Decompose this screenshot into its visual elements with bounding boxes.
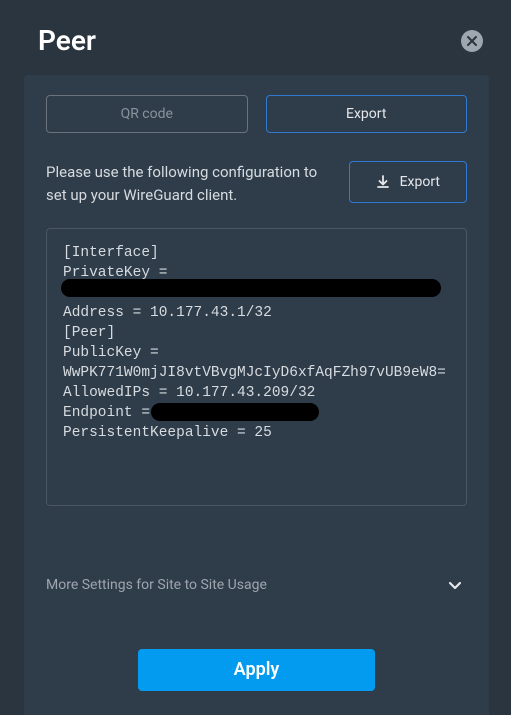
- config-description: Please use the following configuration t…: [46, 161, 331, 208]
- config-line: WwPK771W0mjJI8vtVBvgMJcIyD6xfAqFZh97vUB9…: [63, 363, 450, 383]
- apply-button[interactable]: Apply: [138, 649, 375, 691]
- redaction-privatekey: [61, 279, 441, 297]
- more-settings-accordion[interactable]: More Settings for Site to Site Usage: [46, 567, 467, 603]
- modal-body: QR code Export Please use the following …: [24, 75, 489, 715]
- chevron-down-icon: [447, 577, 463, 593]
- tab-qr-code-label: QR code: [121, 106, 173, 122]
- redaction-endpoint: [151, 403, 319, 421]
- config-line: [Interface]: [63, 243, 450, 263]
- tab-row: QR code Export: [46, 95, 467, 133]
- export-button-label: Export: [400, 174, 440, 190]
- config-line: AllowedIPs = 10.177.43.209/32: [63, 383, 450, 403]
- tab-export-label: Export: [346, 106, 386, 122]
- modal-title: Peer: [38, 24, 96, 57]
- config-line: PublicKey =: [63, 343, 450, 363]
- config-line: [Peer]: [63, 323, 450, 343]
- config-line: Address = 10.177.43.1/32: [63, 303, 450, 323]
- download-icon: [376, 175, 390, 189]
- tab-export[interactable]: Export: [266, 95, 468, 133]
- more-settings-label: More Settings for Site to Site Usage: [46, 577, 267, 593]
- tab-qr-code[interactable]: QR code: [46, 95, 248, 133]
- config-textarea[interactable]: [Interface] PrivateKey = Address = 10.17…: [46, 228, 467, 506]
- divider: [24, 536, 489, 537]
- close-icon[interactable]: [461, 30, 483, 52]
- config-line: PersistentKeepalive = 25: [63, 423, 450, 443]
- export-button[interactable]: Export: [349, 161, 467, 203]
- apply-button-label: Apply: [234, 659, 280, 680]
